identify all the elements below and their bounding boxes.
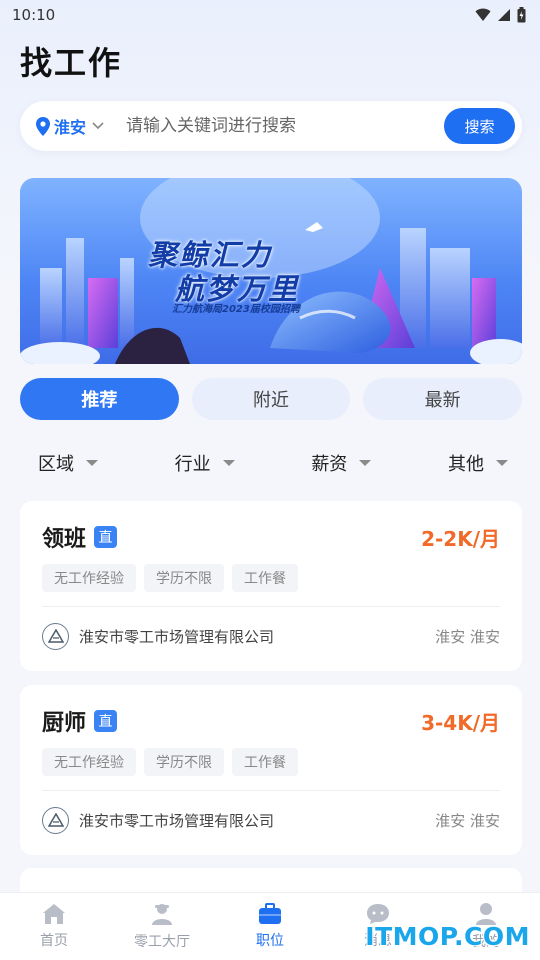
job-card-header: 领班 直 2-2K/月: [42, 521, 500, 553]
caret-down-icon: [359, 460, 372, 466]
job-tag: 无工作经验: [42, 564, 136, 592]
tab-recommended[interactable]: 推荐: [20, 378, 179, 420]
job-card-header: 厨师 直 3-4K/月: [42, 705, 500, 737]
job-tag: 无工作经验: [42, 748, 136, 776]
filter-other[interactable]: 其他: [448, 448, 508, 478]
watermark: ITMOP.COM: [365, 922, 530, 951]
caret-down-icon: [86, 460, 98, 466]
company-row: 淮安市零工市场管理有限公司 淮安 淮安: [42, 607, 500, 665]
company-logo: [42, 806, 69, 834]
job-title-text: 领班: [42, 527, 87, 552]
job-title-text: 厨师: [42, 711, 87, 736]
location-selector[interactable]: 淮安: [36, 114, 104, 138]
direct-hire-badge: 直: [94, 710, 118, 732]
job-salary: 3-4K/月: [421, 710, 500, 735]
company-logo: [42, 622, 69, 650]
company-emblem-icon: [47, 629, 64, 643]
location-pin-icon: [36, 116, 50, 136]
banner-subtitle: 汇力航海局2023届校园招聘: [172, 304, 300, 315]
home-icon: [43, 904, 65, 924]
nav-label: 首页: [40, 933, 68, 949]
company-name: 淮安市零工市场管理有限公司: [79, 811, 275, 830]
company-name: 淮安市零工市场管理有限公司: [79, 627, 275, 646]
job-title: 厨师 直: [42, 705, 118, 737]
status-icons: [475, 7, 526, 23]
status-time: 10:10: [12, 6, 56, 24]
job-tag: 学历不限: [144, 748, 224, 776]
location-label: 淮安: [54, 118, 87, 137]
direct-hire-badge: 直: [94, 526, 118, 548]
search-button[interactable]: 搜索: [444, 108, 515, 144]
filter-bar: 区域 行业 薪资 其他: [38, 448, 508, 478]
job-tabs: 推荐 附近 最新: [20, 378, 523, 422]
signal-icon: [498, 9, 510, 21]
job-card[interactable]: 厨师 直 3-4K/月 无工作经验 学历不限 工作餐 淮安市零工市场管理有限公司…: [20, 685, 522, 855]
job-card[interactable]: 领班 直 2-2K/月 无工作经验 学历不限 工作餐 淮安市零工市场管理有限公司…: [20, 501, 522, 671]
worker-icon: [152, 904, 172, 925]
search-bar: 淮安 搜索: [20, 101, 522, 151]
job-tag: 工作餐: [232, 564, 298, 592]
filter-label: 薪资: [311, 454, 348, 475]
filter-label: 其他: [447, 454, 484, 475]
job-tag: 学历不限: [144, 564, 224, 592]
tab-nearby[interactable]: 附近: [191, 378, 351, 420]
battery-icon: [517, 7, 526, 23]
job-tags: 无工作经验 学历不限 工作餐: [42, 748, 500, 776]
chevron-down-icon: [92, 122, 104, 130]
promo-banner[interactable]: 聚鲸汇力 航梦万里 汇力航海局2023届校园招聘: [20, 178, 522, 364]
filter-salary[interactable]: 薪资: [311, 448, 372, 478]
nav-label: 零工大厅: [134, 934, 190, 950]
job-title: 领班 直: [42, 521, 118, 553]
caret-down-icon: [222, 460, 235, 466]
filter-label: 区域: [38, 454, 74, 475]
search-input[interactable]: [126, 116, 417, 136]
job-salary: 2-2K/月: [421, 526, 500, 551]
filter-region[interactable]: 区域: [38, 448, 98, 478]
job-tag: 工作餐: [232, 748, 298, 776]
job-location: 淮安 淮安: [435, 811, 500, 830]
nav-gig-hall[interactable]: 零工大厅: [108, 893, 216, 960]
company-emblem-icon: [47, 813, 64, 827]
nav-label: 职位: [256, 933, 284, 949]
page-title: 找工作: [20, 44, 123, 82]
nav-home[interactable]: 首页: [0, 893, 108, 960]
briefcase-icon: [259, 903, 281, 924]
job-location: 淮安 淮安: [435, 627, 500, 646]
company-info: 淮安市零工市场管理有限公司: [42, 622, 275, 650]
tab-latest[interactable]: 最新: [363, 378, 523, 420]
company-row: 淮安市零工市场管理有限公司 淮安 淮安: [42, 791, 500, 849]
company-info: 淮安市零工市场管理有限公司: [42, 806, 275, 834]
wifi-icon: [475, 8, 491, 21]
filter-label: 行业: [174, 454, 211, 475]
filter-industry[interactable]: 行业: [175, 448, 235, 478]
caret-down-icon: [495, 460, 508, 466]
nav-jobs[interactable]: 职位: [216, 893, 324, 960]
job-tags: 无工作经验 学历不限 工作餐: [42, 564, 500, 592]
status-bar: 10:10: [0, 0, 540, 30]
